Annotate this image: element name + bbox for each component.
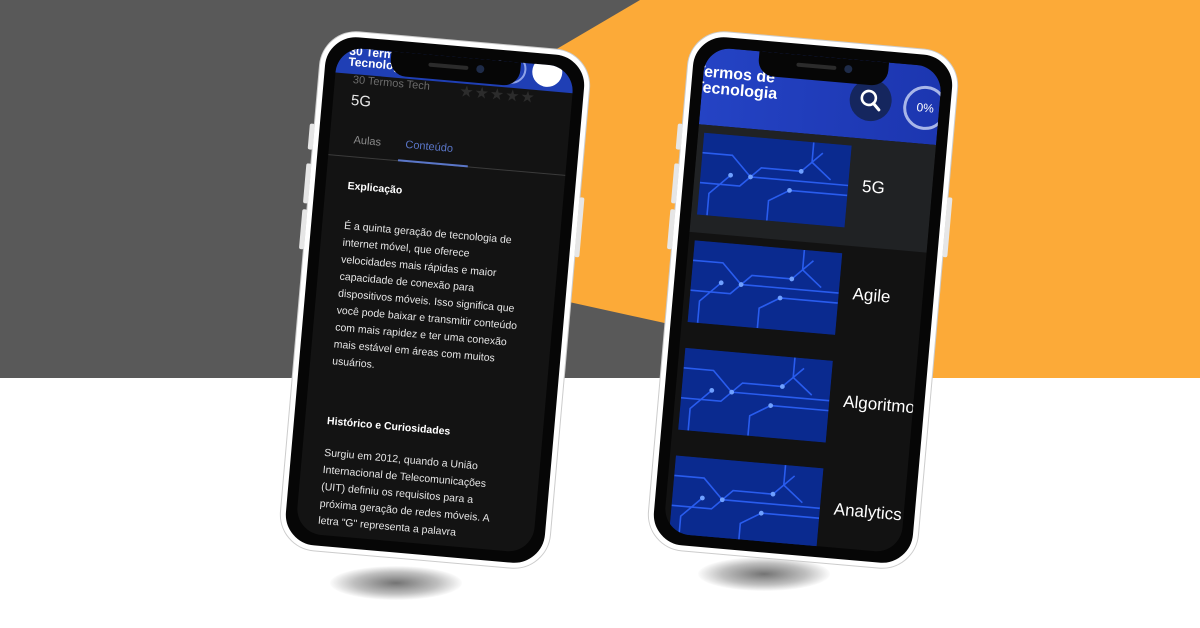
right-phone: Termos de Tecnologia 0% 5G Agile Algorit… (645, 29, 961, 571)
list-item-label: Analytics (833, 499, 903, 525)
section-body-explicacao: É a quinta geração de tecnologia de inte… (331, 219, 518, 371)
list-item-label: Agile (851, 284, 892, 307)
avatar[interactable] (531, 55, 564, 89)
list-item-label: Algoritmo (842, 391, 916, 418)
section-body-historico: Surgiu em 2012, quando a União Internaci… (317, 446, 490, 539)
left-phone-shadow (330, 566, 462, 600)
volume-button (307, 123, 315, 150)
circuit-thumbnail (697, 132, 852, 228)
circuit-thumbnail (678, 347, 833, 443)
list-item[interactable]: Algoritmo (671, 339, 918, 467)
section-title-explicacao: Explicação (347, 179, 403, 197)
tab-aulas[interactable]: Aulas (353, 134, 381, 148)
list-item[interactable]: 5G (689, 124, 937, 253)
left-phone-screen: 30 Termos Tecnologia 30 Termos Tech ★★★★… (295, 46, 575, 554)
terms-list: 5G Agile Algoritmo Analytics (663, 124, 937, 553)
background-white (0, 378, 1200, 628)
volume-button (675, 123, 683, 150)
section-title-historico: Histórico e Curiosidades (326, 415, 451, 438)
term-title: 5G (350, 91, 372, 111)
progress-ring[interactable]: 0% (901, 84, 943, 132)
circuit-thumbnail (687, 240, 843, 335)
right-phone-screen: Termos de Tecnologia 0% 5G Agile Algorit… (663, 46, 943, 554)
list-item[interactable]: Agile (680, 232, 927, 360)
left-phone: 30 Termos Tecnologia 30 Termos Tech ★★★★… (277, 29, 593, 571)
content-tabs: Aulas Conteúdo (328, 126, 568, 176)
right-phone-shadow (698, 557, 830, 591)
circuit-thumbnail (668, 455, 824, 551)
active-tab-indicator (397, 159, 468, 168)
list-item-label: 5G (861, 176, 886, 198)
tab-conteudo[interactable]: Conteúdo (405, 139, 454, 155)
